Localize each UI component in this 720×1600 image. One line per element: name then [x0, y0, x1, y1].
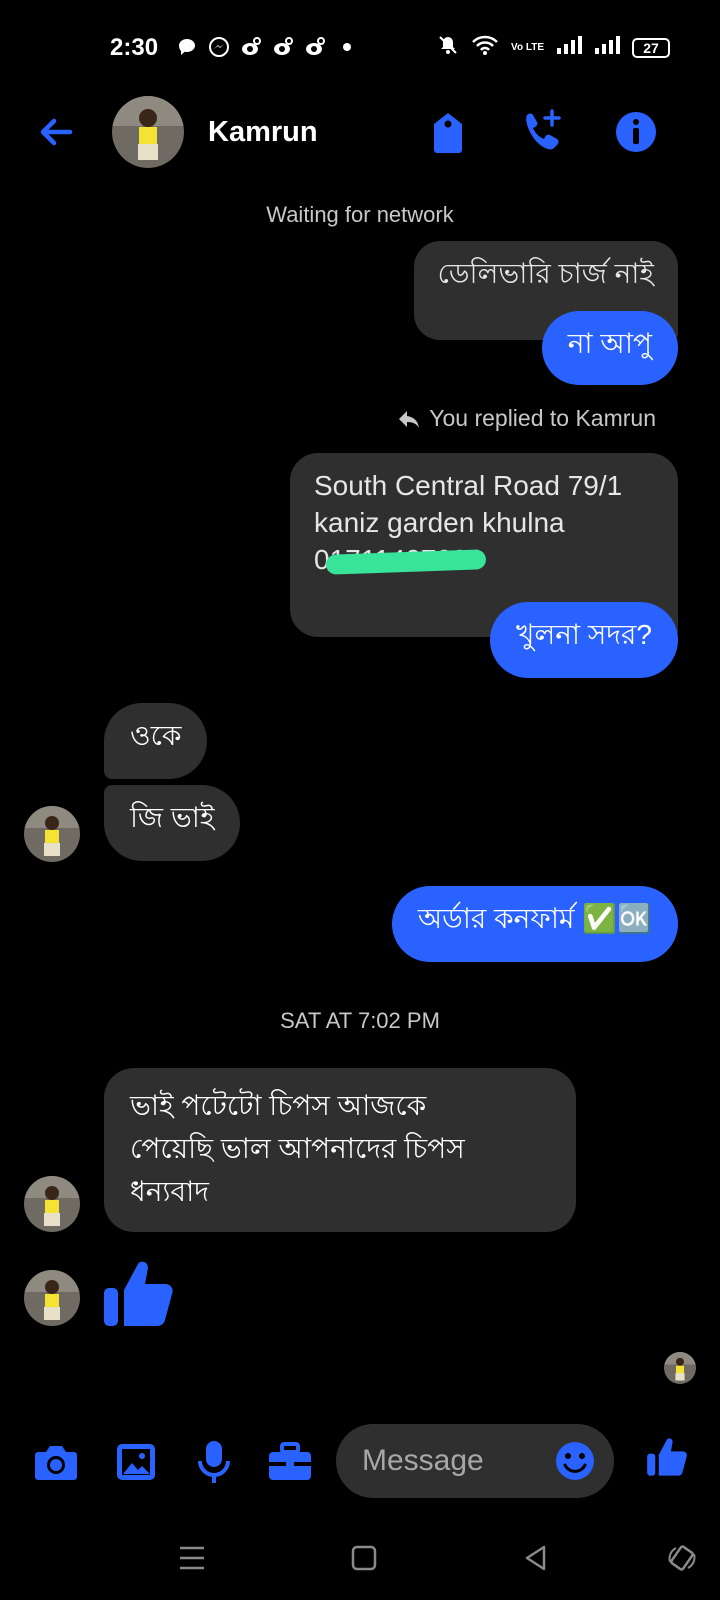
reply-arrow-icon: [399, 410, 420, 428]
square-icon: [351, 1545, 377, 1571]
nav-back-button[interactable]: [518, 1540, 554, 1576]
chat-bubble-icon: [176, 36, 198, 58]
menu-lines-icon: [180, 1546, 204, 1570]
message-text: ওকে: [130, 720, 182, 751]
rotate-icon: [668, 1545, 696, 1571]
gallery-icon: [117, 1444, 155, 1480]
message-text: জি ভাই: [130, 802, 215, 833]
battery-indicator: 27: [632, 37, 670, 58]
tag-icon: [434, 113, 462, 153]
message-text: না আপু: [567, 328, 652, 359]
voice-record-button[interactable]: [190, 1438, 238, 1486]
message-bubble-sent[interactable]: অর্ডার কনফার্ম ✅🆗: [391, 886, 678, 962]
triangle-back-icon: [525, 1545, 546, 1571]
message-line: kaniz garden khulna: [314, 507, 565, 538]
thumbs-up-icon: [647, 1438, 687, 1476]
add-call-icon: [526, 109, 561, 150]
emoji-button[interactable]: [554, 1440, 596, 1482]
microphone-icon: [198, 1441, 230, 1483]
weibo-icon-3: [304, 36, 326, 58]
weibo-icon: [240, 36, 262, 58]
rotate-screen-button[interactable]: [664, 1540, 700, 1576]
message-line: ধন্যবাদ: [130, 1176, 209, 1207]
recents-button[interactable]: [174, 1540, 210, 1576]
camera-icon: [35, 1446, 77, 1480]
status-time: 2:30: [110, 34, 159, 61]
system-status-icons: Vo LTE 27: [437, 34, 670, 61]
info-icon: [616, 112, 656, 152]
more-notifications-dot-icon: [336, 36, 358, 58]
contact-avatar[interactable]: [112, 96, 184, 168]
sender-avatar[interactable]: [24, 1176, 80, 1232]
back-arrow-icon: [40, 118, 73, 146]
message-bubble-received[interactable]: ভাই পটেটো চিপস আজকে পেয়েছি ভাল আপনাদের …: [104, 1068, 576, 1232]
mute-icon: [437, 34, 459, 61]
gallery-button[interactable]: [112, 1438, 160, 1486]
sender-avatar[interactable]: [24, 806, 80, 862]
contact-name[interactable]: Kamrun: [208, 116, 318, 149]
like-sticker[interactable]: [102, 1254, 178, 1335]
message-bubble-received[interactable]: জি ভাই: [104, 785, 241, 861]
message-text: অর্ডার কনফার্ম ✅🆗: [417, 903, 652, 934]
camera-button[interactable]: [32, 1438, 80, 1486]
signal-icon-2: [594, 35, 620, 60]
message-line: ভাই পটেটো চিপস আজকে: [130, 1090, 427, 1121]
info-button[interactable]: [612, 108, 660, 156]
briefcase-icon: [269, 1442, 311, 1480]
network-status: Waiting for network: [266, 202, 454, 227]
message-line: পেয়েছি ভাল আপনাদের চিপস: [130, 1133, 465, 1164]
emoji-icon: [556, 1442, 594, 1480]
back-button[interactable]: [34, 110, 78, 154]
thumbs-up-icon: [104, 1261, 173, 1326]
tag-button[interactable]: [424, 108, 472, 156]
messenger-icon: [208, 36, 230, 58]
weibo-icon-2: [272, 36, 294, 58]
date-separator: SAT AT 7:02 PM: [280, 1008, 440, 1033]
message-text: খুলনা সদর?: [515, 619, 652, 650]
message-bubble-sent[interactable]: খুলনা সদর?: [489, 602, 678, 678]
reply-indicator: You replied to Kamrun: [397, 405, 656, 432]
seen-indicator-avatar: [664, 1352, 696, 1384]
send-like-button[interactable]: [644, 1432, 692, 1480]
reply-indicator-text: You replied to Kamrun: [429, 405, 656, 431]
notification-icons: [176, 36, 358, 58]
message-bubble-sent[interactable]: না আপু: [541, 311, 678, 385]
volte-indicator: Vo LTE: [511, 41, 544, 53]
business-tools-button[interactable]: [266, 1438, 314, 1486]
home-button[interactable]: [346, 1540, 382, 1576]
signal-icon: [556, 35, 582, 60]
message-bubble-received[interactable]: ওকে: [104, 703, 208, 779]
message-line: South Central Road 79/1: [314, 470, 623, 501]
add-call-button[interactable]: [518, 108, 566, 156]
message-text: ডেলিভারি চার্জ নাই: [437, 258, 654, 289]
wifi-icon: [471, 34, 499, 61]
sender-avatar[interactable]: [24, 1270, 80, 1326]
